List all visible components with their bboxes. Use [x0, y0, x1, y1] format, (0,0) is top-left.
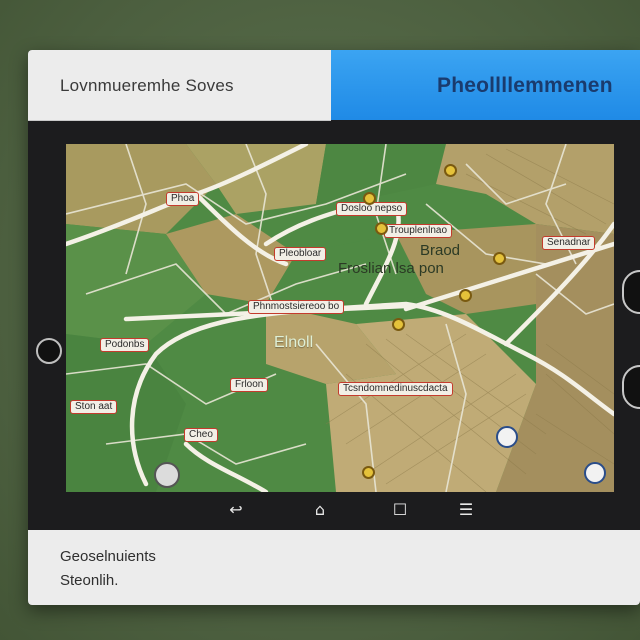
map-label[interactable]: Trouplenlnao	[384, 224, 453, 238]
map-pin-icon[interactable]	[493, 252, 506, 265]
map-canvas[interactable]	[66, 144, 614, 492]
map-area-text: Braod	[420, 242, 461, 259]
poi-marker-icon[interactable]	[584, 462, 606, 484]
app-title: Lovnmueremhe Soves	[60, 76, 234, 95]
map-label[interactable]: Pleobloar	[274, 247, 327, 261]
map-pin-icon[interactable]	[363, 192, 376, 205]
map-pin-icon[interactable]	[375, 222, 388, 235]
back-icon[interactable]: ↩	[222, 500, 250, 520]
map-pin-icon[interactable]	[444, 164, 457, 177]
map-label[interactable]: Cheo	[184, 428, 218, 442]
menu-icon[interactable]: ☰	[452, 500, 480, 520]
map-area-text: Froslian lsa pon	[338, 260, 444, 277]
map-label[interactable]: Phoa	[166, 192, 200, 206]
map-label[interactable]: Podonbs	[100, 338, 150, 352]
header-action-title[interactable]: Pheollllemmenen	[437, 74, 613, 98]
map-area-text: Elnoll	[274, 334, 314, 351]
home-icon[interactable]: ⌂	[306, 500, 334, 520]
my-location-icon[interactable]	[154, 462, 180, 488]
map-view[interactable]: Phoa Dosloo nepso Trouplenlnao Pleobloar…	[66, 144, 614, 492]
footer-subtitle: Steonlih.	[60, 572, 119, 589]
app-header-left: Lovnmueremhe Soves	[28, 50, 331, 121]
side-button-left[interactable]	[36, 338, 62, 364]
map-pin-icon[interactable]	[459, 289, 472, 302]
map-label[interactable]: Frloon	[230, 378, 269, 392]
map-label[interactable]: Phnmostsiereoo bo	[248, 300, 345, 314]
map-pin-icon[interactable]	[392, 318, 405, 331]
map-label[interactable]: Senadnar	[542, 236, 596, 250]
system-nav-bar: ↩ ⌂ ☐ ☰	[66, 492, 614, 528]
recents-icon[interactable]: ☐	[386, 500, 414, 520]
poi-marker-icon[interactable]	[496, 426, 518, 448]
map-label[interactable]: Tcsndomnedinuscdacta	[338, 382, 453, 396]
map-pin-icon[interactable]	[362, 466, 375, 479]
footer-title: Geoselnuients	[60, 548, 156, 565]
app-header-right[interactable]: Pheollllemmenen	[331, 50, 640, 120]
info-footer: Geoselnuients Steonlih.	[28, 530, 640, 605]
map-label[interactable]: Ston aat	[70, 400, 118, 414]
